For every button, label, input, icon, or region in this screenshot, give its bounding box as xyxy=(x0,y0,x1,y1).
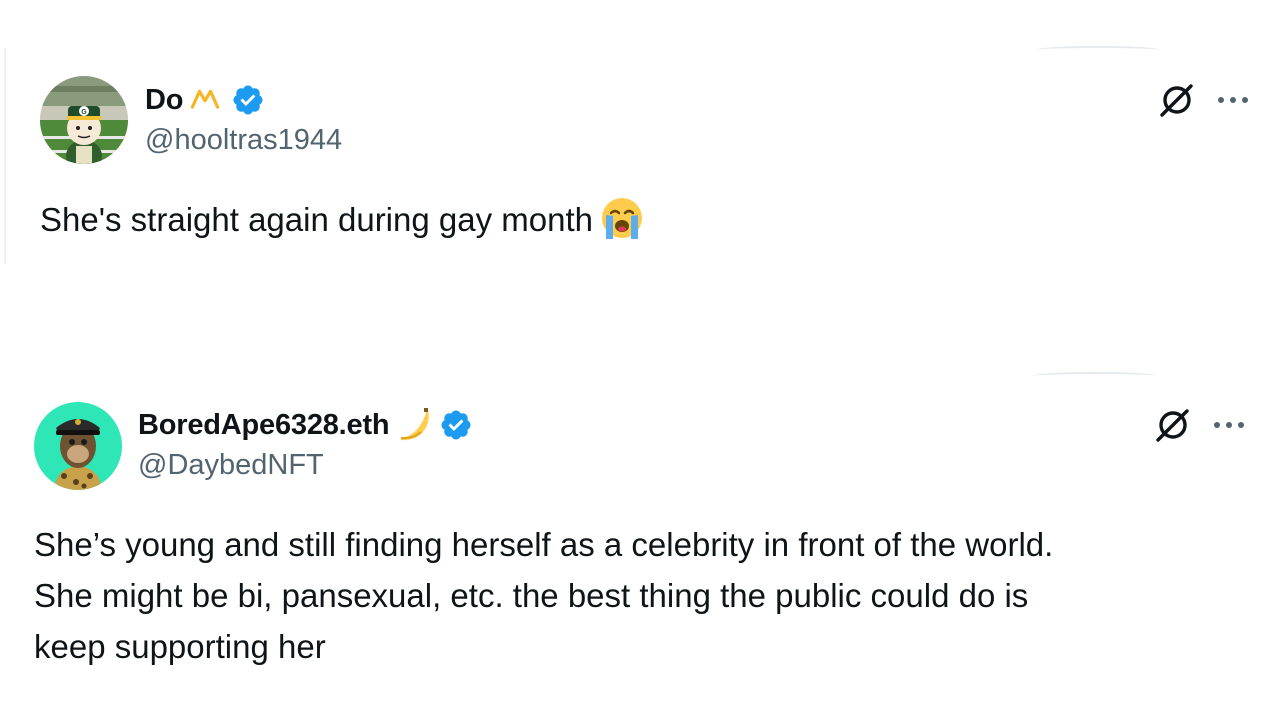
tweet-text: She’s young and still finding herself as… xyxy=(34,519,1254,672)
handle[interactable]: @hooltras1944 xyxy=(145,124,342,157)
verified-badge-icon[interactable] xyxy=(439,408,473,442)
divider xyxy=(1032,372,1156,380)
verified-badge-icon[interactable] xyxy=(231,83,265,117)
tweet-text-content: She's straight again during gay month xyxy=(40,201,593,238)
tweet-text-line: keep supporting her xyxy=(34,628,326,665)
green-bay-fan-avatar-icon: G xyxy=(40,76,128,164)
tweet-card-1[interactable]: G Do @hooltras1944 She's straight again … xyxy=(0,0,1280,290)
avatar[interactable] xyxy=(34,402,122,490)
bored-ape-avatar-icon xyxy=(34,402,122,490)
grok-icon[interactable] xyxy=(1158,81,1196,119)
banana-emoji-icon xyxy=(401,408,430,441)
tweet-text-line: She’s young and still finding herself as… xyxy=(34,526,1054,563)
divider xyxy=(1036,46,1160,54)
divider xyxy=(4,48,6,264)
display-name[interactable]: BoredApe6328.eth xyxy=(138,409,390,442)
display-name[interactable]: Do xyxy=(145,84,183,117)
tweet-text: She's straight again during gay month xyxy=(40,194,645,245)
svg-text:G: G xyxy=(81,109,87,116)
loudly-crying-face-emoji-icon xyxy=(601,198,642,239)
tweet-text-line: She might be bi, pansexual, etc. the bes… xyxy=(34,577,1029,614)
avatar[interactable]: G xyxy=(40,76,128,164)
display-name-row[interactable]: Do xyxy=(145,80,265,120)
more-options-icon[interactable] xyxy=(1211,419,1247,431)
more-options-icon[interactable] xyxy=(1215,94,1251,106)
tweet-card-2[interactable]: BoredApe6328.eth @DaybedNFT She’s young … xyxy=(0,350,1280,720)
grok-icon[interactable] xyxy=(1154,406,1192,444)
handle[interactable]: @DaybedNFT xyxy=(138,449,324,482)
display-name-row[interactable]: BoredApe6328.eth xyxy=(138,405,473,445)
gold-m-logo-icon xyxy=(191,89,220,109)
